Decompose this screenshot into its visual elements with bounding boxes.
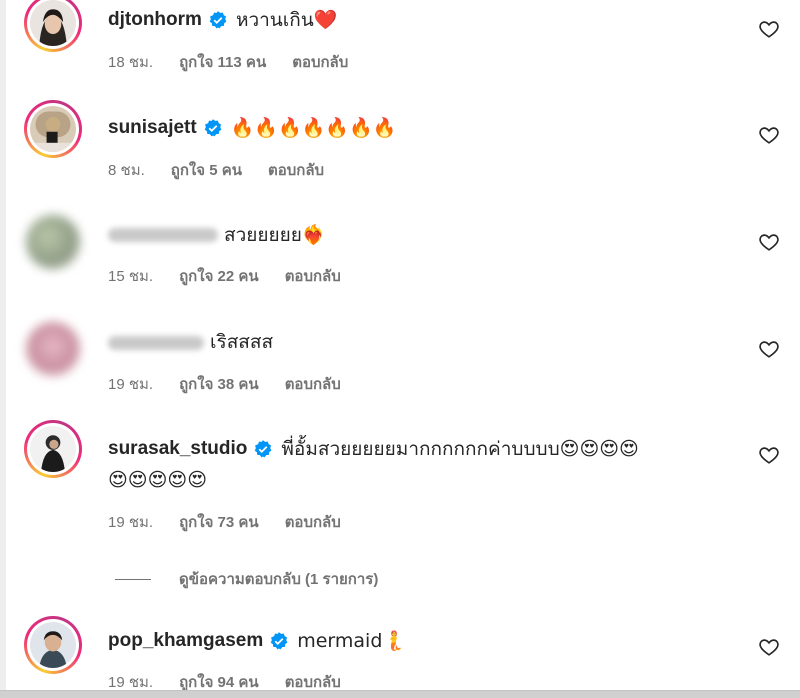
reply-button[interactable]: ตอบกลับ	[268, 158, 324, 182]
comment-username[interactable]: djtonhorm	[108, 8, 202, 32]
reply-button[interactable]: ตอบกลับ	[285, 372, 341, 396]
avatar[interactable]	[24, 100, 82, 158]
comment-time[interactable]: 19 ชม.	[108, 372, 153, 396]
reply-button[interactable]: ตอบกลับ	[285, 264, 341, 288]
comment-username[interactable]: surasak_studio	[108, 437, 247, 461]
view-replies-label: ดูข้อความตอบกลับ (1 รายการ)	[179, 571, 379, 588]
verified-badge-icon	[269, 631, 289, 651]
comment-text: สวยยยยย❤️‍🔥	[224, 224, 326, 246]
verified-badge-icon	[253, 439, 273, 459]
verified-badge-icon	[203, 118, 223, 138]
comment-username[interactable]: pop_khamgasem	[108, 629, 263, 653]
comment-text: พี่อั้มสวยยยยยมากกกกกกค่าบบบบ😍😍😍😍	[281, 438, 639, 460]
divider	[115, 578, 151, 580]
avatar[interactable]	[24, 420, 82, 478]
comment-likes[interactable]: ถูกใจ 5 คน	[171, 158, 242, 182]
comment-likes[interactable]: ถูกใจ 22 คน	[179, 264, 259, 288]
comment-text: หวานเกิน❤️	[235, 9, 338, 31]
reply-button[interactable]: ตอบกลับ	[292, 50, 348, 74]
avatar[interactable]	[24, 616, 82, 674]
blurred-username[interactable]	[108, 228, 218, 242]
avatar[interactable]	[26, 215, 80, 269]
avatar[interactable]	[24, 0, 82, 52]
comment-time[interactable]: 19 ชม.	[108, 510, 153, 534]
comment-text-continued: 😍😍😍😍😍	[108, 469, 208, 491]
comment-text: mermaid🧜	[297, 630, 407, 652]
heart-outline-icon[interactable]	[758, 636, 780, 658]
comment-likes[interactable]: ถูกใจ 73 คน	[179, 510, 259, 534]
reply-button[interactable]: ตอบกลับ	[285, 510, 341, 534]
blurred-username[interactable]	[108, 336, 204, 350]
heart-outline-icon[interactable]	[758, 124, 780, 146]
comment-likes[interactable]: ถูกใจ 38 คน	[179, 372, 259, 396]
comment-list: djtonhorm หวานเกิน❤️ 18 ชม. ถูกใจ 113 คน…	[0, 0, 800, 698]
avatar[interactable]	[26, 322, 80, 376]
verified-badge-icon	[208, 10, 228, 30]
comment-text: 🔥🔥🔥🔥🔥🔥🔥	[230, 117, 397, 139]
comment-time[interactable]: 15 ชม.	[108, 264, 153, 288]
comment-time[interactable]: 18 ชม.	[108, 50, 153, 74]
heart-outline-icon[interactable]	[758, 338, 780, 360]
heart-outline-icon[interactable]	[758, 18, 780, 40]
comment-time[interactable]: 8 ชม.	[108, 158, 145, 182]
heart-outline-icon[interactable]	[758, 231, 780, 253]
comment-username[interactable]: sunisajett	[108, 116, 197, 140]
comment-likes[interactable]: ถูกใจ 113 คน	[179, 50, 266, 74]
heart-outline-icon[interactable]	[758, 444, 780, 466]
horizontal-scrollbar[interactable]	[0, 690, 800, 698]
comment-text: เริสสสส	[210, 332, 274, 353]
view-replies-button[interactable]: ดูข้อความตอบกลับ (1 รายการ)	[115, 567, 378, 591]
